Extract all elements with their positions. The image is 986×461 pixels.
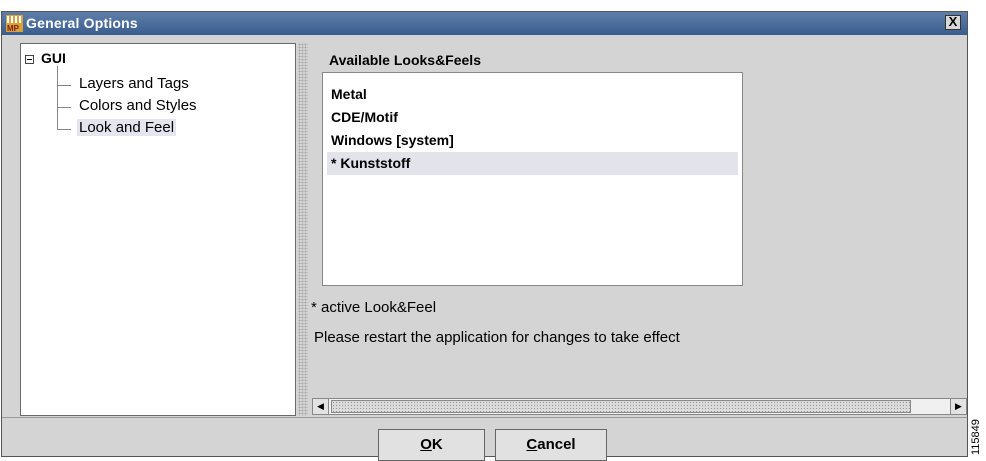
- list-item[interactable]: CDE/Motif: [327, 106, 738, 129]
- button-bar-divider: [2, 417, 967, 418]
- collapse-icon[interactable]: [25, 55, 34, 64]
- cancel-label: ancel: [537, 436, 576, 453]
- tree-item-look-and-feel[interactable]: Look and Feel: [77, 119, 177, 136]
- list-item[interactable]: * Kunststoff: [327, 152, 738, 175]
- tree-root-gui[interactable]: GUI: [41, 50, 66, 66]
- cancel-button[interactable]: Cancel: [495, 429, 607, 461]
- ok-label: K: [431, 436, 443, 453]
- tree-item-colors-and-styles[interactable]: Colors and Styles: [77, 97, 199, 114]
- window-title: General Options: [26, 15, 138, 31]
- tree-item-layers-and-tags[interactable]: Layers and Tags: [77, 75, 191, 92]
- list-item[interactable]: Metal: [327, 83, 738, 106]
- tree-connector: [57, 107, 71, 108]
- restart-note: Please restart the application for chang…: [314, 329, 680, 346]
- tree-connector: [57, 66, 58, 130]
- active-note: * active Look&Feel: [311, 299, 437, 316]
- tree-connector: [57, 129, 71, 130]
- horizontal-scrollbar[interactable]: ◀ ▶: [312, 398, 967, 415]
- looks-list-group: Metal CDE/Motif Windows [system] * Kunst…: [322, 72, 743, 286]
- ok-mnemonic: O: [420, 436, 432, 453]
- app-icon: MP: [6, 15, 23, 32]
- options-tree: GUI Layers and Tags Colors and Styles Lo…: [20, 43, 296, 416]
- scrollbar-thumb[interactable]: [331, 400, 911, 413]
- scroll-left-icon[interactable]: ◀: [313, 399, 329, 414]
- figure-code: 115849: [970, 419, 982, 455]
- close-button[interactable]: X: [945, 15, 961, 30]
- cancel-mnemonic: C: [526, 436, 538, 453]
- scroll-right-icon[interactable]: ▶: [950, 399, 966, 414]
- title-bar[interactable]: MP General Options X: [2, 12, 967, 35]
- list-item[interactable]: Windows [system]: [327, 129, 738, 152]
- ok-button[interactable]: OK: [378, 429, 485, 461]
- svg-text:MP: MP: [7, 24, 20, 32]
- general-options-dialog: MP General Options X GUI Layers and Tags…: [1, 11, 968, 461]
- tree-connector: [57, 85, 71, 86]
- looks-list[interactable]: Metal CDE/Motif Windows [system] * Kunst…: [327, 83, 738, 175]
- group-title: Available Looks&Feels: [326, 52, 484, 68]
- split-pane-divider[interactable]: [298, 43, 308, 416]
